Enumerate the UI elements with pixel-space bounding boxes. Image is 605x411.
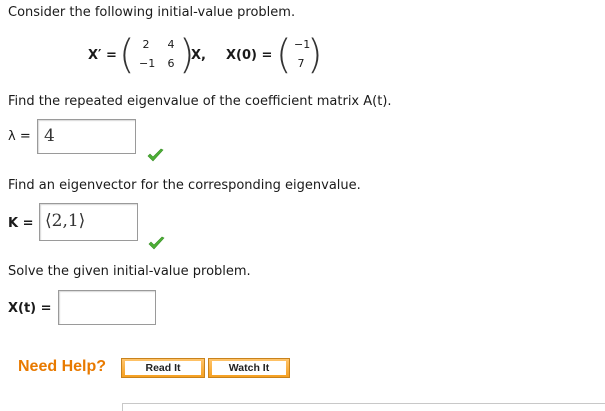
vector-right-paren: ) [307,32,323,78]
solution-answer-field[interactable] [58,290,156,325]
read-it-button[interactable]: Read It [121,358,205,378]
intro-text: Consider the following initial-value pro… [8,5,296,20]
eigenvector-answer-field[interactable]: ⟨2,1⟩ [39,203,138,241]
check-icon [148,236,165,250]
equation-block: X′ = ( 2 4 −1 6 ) X, X(0) = ( −1 7 ) [0,32,605,84]
x-variable-label: X, [191,48,206,63]
x-prime-label: X′ = [88,48,117,63]
matrix-left-paren: ( [119,32,135,78]
need-help-title: Need Help? [18,358,107,375]
lambda-label: λ = [8,129,31,144]
read-it-label: Read It [125,361,201,375]
matrix-cell: 6 [167,57,175,70]
watch-it-button[interactable]: Watch It [208,358,290,378]
eigenvector-answer-value: ⟨2,1⟩ [45,211,86,231]
vector-left-paren: ( [276,32,292,78]
check-icon [147,148,164,162]
initial-condition-label: X(0) = [226,48,273,63]
eigenvector-prompt: Find an eigenvector for the correspondin… [8,178,361,193]
watch-it-label: Watch It [212,361,286,375]
x-of-t-label-text: X(t) = [8,301,52,316]
vector-cell: −1 [294,38,311,51]
x-of-t-label: X(t) = [8,301,52,316]
matrix-cell: 2 [142,38,150,51]
matrix-cell: −1 [139,57,156,70]
solution-prompt: Solve the given initial-value problem. [8,264,251,279]
k-label: K = [8,216,34,231]
bottom-panel-edge [122,403,605,411]
eigenvalue-prompt: Find the repeated eigenvalue of the coef… [8,94,392,109]
vector-cell: 7 [297,57,305,70]
matrix-cell: 4 [167,38,175,51]
eigenvalue-answer-field[interactable]: 4 [37,119,136,154]
eigenvalue-answer-value: 4 [44,126,55,146]
